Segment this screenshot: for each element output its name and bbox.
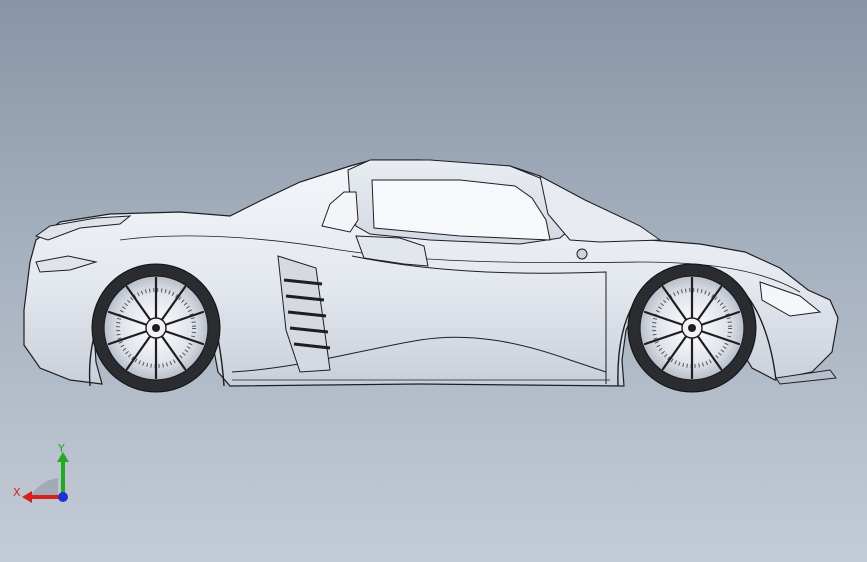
orientation-triad[interactable]: Y X [12, 440, 82, 510]
x-axis-label: X [13, 486, 21, 499]
triad-base-icon [30, 478, 58, 496]
y-axis-label: Y [57, 442, 65, 455]
car-model[interactable] [0, 0, 867, 562]
rear-wheel [91, 263, 221, 393]
front-wheel [627, 263, 757, 393]
fuel-cap [576, 248, 588, 260]
graphics-viewport[interactable]: Y X [0, 0, 867, 562]
z-axis-dot-icon [58, 492, 68, 502]
